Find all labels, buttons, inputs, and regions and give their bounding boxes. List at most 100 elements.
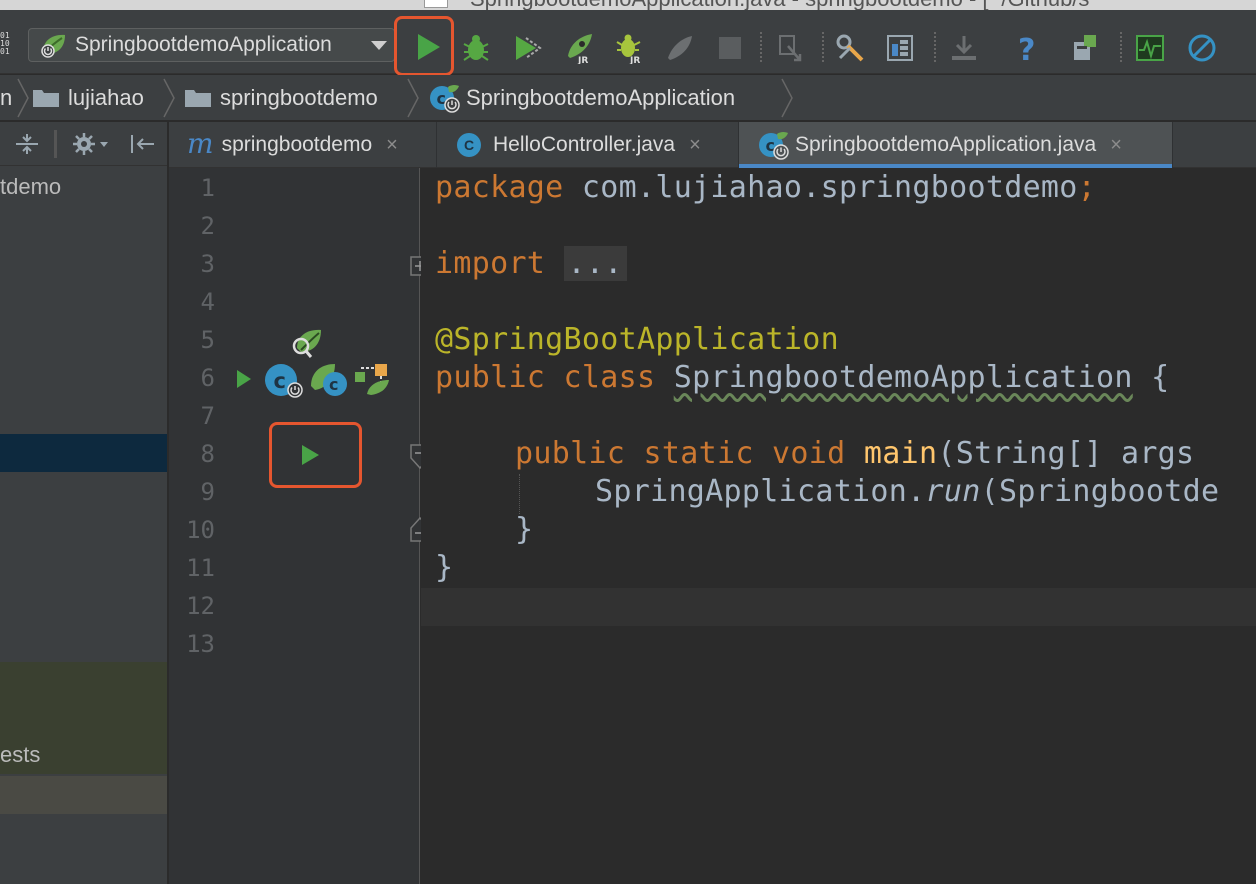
- sync-icon[interactable]: [774, 32, 806, 64]
- code-editor[interactable]: package com.lujiahao.springbootdemo; imp…: [421, 168, 1256, 884]
- breadcrumb-chevron-icon: [781, 78, 793, 118]
- selected-tree-row[interactable]: [0, 434, 167, 472]
- breadcrumb-label: lujiahao: [68, 85, 144, 110]
- spring-class-icon[interactable]: c: [309, 362, 353, 398]
- tree-row-gray: [0, 776, 167, 814]
- breadcrumb-chevron-icon: [407, 78, 419, 118]
- spring-boot-class-icon: c: [759, 132, 789, 160]
- keyword-token: import: [435, 246, 546, 281]
- navigation-breadcrumb: n lujiahao springbootdemo c Springbootde…: [0, 75, 1256, 121]
- args-token: (Springbootde: [980, 474, 1220, 509]
- sdk-icon[interactable]: [1068, 32, 1100, 64]
- class-icon: C: [457, 133, 481, 157]
- project-root-label[interactable]: tdemo: [0, 174, 61, 200]
- project-panel: tdemo ests: [0, 122, 168, 884]
- breadcrumb-chevron-icon: [17, 78, 29, 118]
- tab-hello-controller[interactable]: C HelloController.java ×: [437, 122, 739, 168]
- current-line-highlight: [421, 588, 1256, 626]
- spring-boot-class-icon: c: [430, 85, 460, 113]
- svg-text:JR: JR: [577, 56, 588, 64]
- tab-label: springbootdemo: [221, 133, 373, 156]
- spring-context-icon[interactable]: [353, 362, 393, 398]
- semicolon-token: ;: [1077, 170, 1097, 205]
- folder-icon: [185, 90, 211, 107]
- line-number: 4: [200, 288, 215, 316]
- document-icon: [424, 0, 448, 8]
- class-icon[interactable]: c: [263, 362, 303, 398]
- coverage-icon[interactable]: [512, 32, 544, 64]
- jrebel-run-icon[interactable]: JR: [562, 32, 598, 64]
- line-number: 8: [200, 440, 215, 468]
- line-number: 13: [186, 630, 215, 658]
- maven-module-icon: m: [187, 126, 214, 160]
- binary-icon: 01 10 01: [0, 31, 10, 56]
- spring-bean-search-icon[interactable]: [287, 326, 327, 360]
- code-line-10: SpringApplication.run(Springbootde: [595, 474, 1219, 509]
- folded-imports[interactable]: ...: [563, 246, 627, 281]
- breadcrumb-chevron-icon: [163, 78, 175, 118]
- line-number: 2: [200, 212, 215, 240]
- line-number: 7: [200, 402, 215, 430]
- svg-text:?: ?: [1018, 33, 1035, 64]
- brace-token: {: [1132, 360, 1170, 395]
- breadcrumb-label: n: [0, 85, 13, 110]
- breadcrumb-item-application-class[interactable]: c SpringbootdemoApplication: [428, 75, 735, 121]
- tests-node-label[interactable]: ests: [0, 742, 40, 768]
- breadcrumb-item-lujiahao[interactable]: lujiahao: [32, 75, 144, 121]
- run-configuration-dropdown[interactable]: SpringbootdemoApplication: [28, 28, 395, 62]
- toolbar-separator: [54, 130, 57, 158]
- run-configuration-label: SpringbootdemoApplication: [75, 33, 332, 56]
- code-line-12: }: [435, 550, 454, 585]
- breadcrumb-item-root[interactable]: n: [0, 75, 12, 121]
- svg-text:c: c: [274, 369, 286, 393]
- stop-icon[interactable]: [714, 32, 746, 64]
- code-line-7: public class SpringbootdemoApplication {: [435, 360, 1170, 395]
- editor-gutter: 1 2 3 4 5 6 7 8 9 10 11 12 13 c c: [169, 168, 430, 884]
- tab-springbootdemo[interactable]: m springbootdemo ×: [169, 122, 437, 168]
- line-number: 10: [186, 516, 215, 544]
- line-number: 1: [200, 174, 215, 202]
- activity-monitor-icon[interactable]: [1134, 32, 1166, 64]
- breadcrumb-item-springbootdemo[interactable]: springbootdemo: [184, 75, 378, 121]
- close-icon[interactable]: ×: [386, 134, 398, 157]
- tab-label: SpringbootdemoApplication.java: [795, 133, 1097, 156]
- close-icon[interactable]: ×: [689, 134, 701, 157]
- toolbar-separator: [934, 32, 936, 62]
- main-toolbar: 01 10 01 SpringbootdemoApplication JR JR: [0, 10, 1256, 76]
- editor-tabs: m springbootdemo × C HelloController.jav…: [169, 122, 1256, 168]
- code-line-6: @SpringBootApplication: [435, 322, 839, 357]
- breadcrumb-label: SpringbootdemoApplication: [466, 85, 736, 110]
- code-line-9: public static void main(String[] args: [515, 436, 1194, 471]
- line-number: 5: [200, 326, 215, 354]
- run-class-gutter-icon[interactable]: [233, 366, 253, 392]
- code-line-1: package com.lujiahao.springbootdemo;: [435, 170, 1096, 205]
- jrebel-debug-icon[interactable]: JR: [612, 32, 648, 64]
- class-ref-token: SpringApplication.: [595, 474, 926, 509]
- svg-text:c: c: [329, 375, 338, 394]
- keyword-token: public class: [435, 360, 656, 395]
- profile-icon[interactable]: [664, 32, 696, 64]
- line-number: 3: [200, 250, 215, 278]
- tab-springbootdemo-application[interactable]: c SpringbootdemoApplication.java ×: [739, 122, 1173, 168]
- spring-boot-icon: [41, 34, 65, 58]
- project-panel-toolbar: [0, 122, 167, 166]
- hide-panel-icon[interactable]: [128, 132, 156, 156]
- collapse-all-icon[interactable]: [12, 132, 42, 156]
- gear-icon[interactable]: [72, 132, 112, 156]
- close-icon[interactable]: ×: [1110, 134, 1122, 157]
- project-structure-icon[interactable]: [884, 32, 916, 64]
- params-token: (String[] args: [937, 436, 1195, 471]
- line-number: 12: [186, 592, 215, 620]
- keyword-token: package: [435, 170, 564, 205]
- run-icon[interactable]: [410, 30, 444, 64]
- method-name-token: main: [863, 436, 938, 471]
- download-icon[interactable]: [948, 32, 980, 64]
- help-icon[interactable]: ?: [1010, 32, 1042, 64]
- power-save-icon[interactable]: [1186, 32, 1218, 64]
- chevron-down-icon: [371, 41, 387, 50]
- settings-icon[interactable]: [834, 32, 866, 64]
- folder-icon: [33, 90, 59, 107]
- debug-icon[interactable]: [460, 32, 492, 64]
- run-main-gutter-icon[interactable]: [299, 442, 321, 468]
- window-title: SpringbootdemoApplication.java - springb…: [470, 0, 1089, 10]
